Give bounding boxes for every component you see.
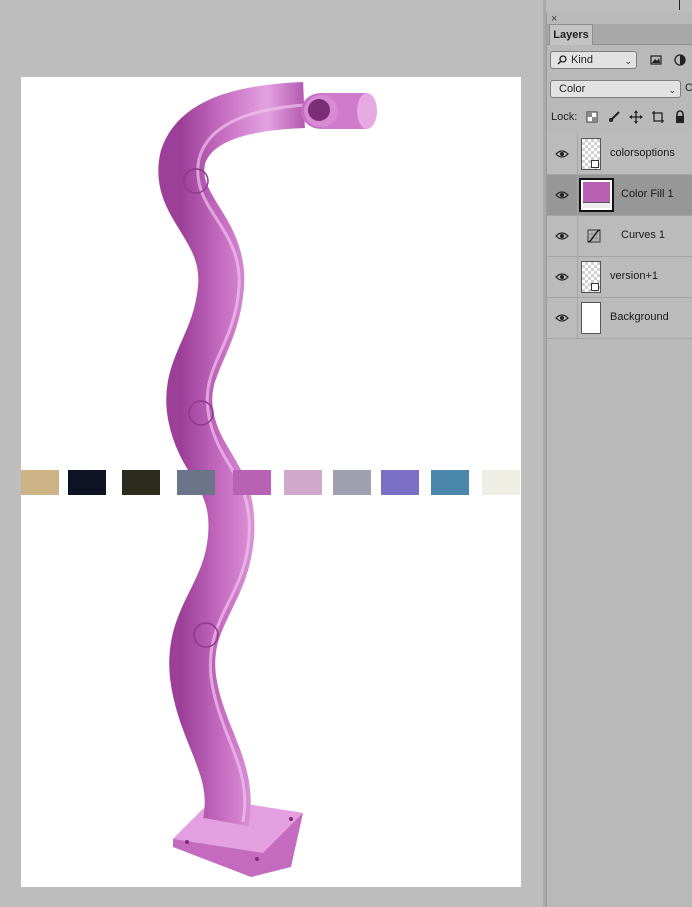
fill-slider-bar-icon bbox=[583, 202, 610, 208]
row-divider bbox=[577, 175, 578, 216]
swatch-navy-black[interactable] bbox=[68, 470, 106, 495]
layer-row-version-plus-1[interactable]: version+1 bbox=[547, 257, 692, 298]
layer-name[interactable]: version+1 bbox=[610, 270, 658, 282]
blend-mode-select[interactable]: Color ⌄ bbox=[550, 80, 681, 98]
swatch-silver[interactable] bbox=[333, 470, 371, 495]
layer-name[interactable]: Curves 1 bbox=[621, 229, 665, 241]
lock-position-move-icon[interactable] bbox=[629, 110, 643, 124]
row-divider bbox=[577, 216, 578, 257]
opacity-label[interactable]: O bbox=[685, 82, 692, 94]
filter-kind-select[interactable]: Kind ⌄ bbox=[550, 51, 637, 69]
row-divider bbox=[577, 257, 578, 298]
layer-name[interactable]: Background bbox=[610, 311, 669, 323]
smart-object-icon bbox=[591, 160, 599, 168]
layer-row-colorsoptions[interactable]: colorsoptions bbox=[547, 134, 692, 175]
color-swatch-row bbox=[21, 470, 521, 495]
swatch-tan[interactable] bbox=[21, 470, 59, 495]
swatch-dark-olive[interactable] bbox=[122, 470, 160, 495]
swatch-steel-blue[interactable] bbox=[431, 470, 469, 495]
adjustment-filter-icon[interactable] bbox=[673, 53, 687, 67]
layer-row-color-fill-1[interactable]: Color Fill 1 bbox=[547, 175, 692, 216]
magnifier-icon bbox=[557, 55, 567, 65]
tab-layers[interactable]: Layers bbox=[549, 24, 593, 45]
row-divider bbox=[577, 298, 578, 339]
layer-row-background[interactable]: Background bbox=[547, 298, 692, 339]
layer-thumbnail[interactable] bbox=[581, 261, 601, 293]
fill-color-swatch bbox=[583, 182, 610, 202]
layer-name[interactable]: Color Fill 1 bbox=[621, 188, 674, 200]
lock-all-padlock-icon[interactable] bbox=[673, 110, 687, 124]
lock-transparent-pixels-icon[interactable] bbox=[585, 110, 599, 124]
swatch-violet[interactable] bbox=[381, 470, 419, 495]
layer-name[interactable]: colorsoptions bbox=[610, 147, 675, 159]
chevron-down-icon: ⌄ bbox=[624, 56, 632, 66]
layer-thumbnail[interactable] bbox=[581, 302, 601, 334]
chevron-down-icon: ⌄ bbox=[668, 85, 676, 95]
smart-object-icon bbox=[591, 283, 599, 291]
lock-artboard-crop-icon[interactable] bbox=[651, 110, 665, 124]
row-divider bbox=[577, 134, 578, 175]
swatch-slate-gray[interactable] bbox=[177, 470, 215, 495]
blend-mode-label: Color bbox=[559, 83, 586, 95]
layers-panel: × Layers Kind ⌄ Color ⌄ O Lock: colorsop… bbox=[546, 12, 692, 907]
lock-image-pixels-brush-icon[interactable] bbox=[607, 110, 621, 124]
swatch-magenta[interactable] bbox=[233, 470, 271, 495]
layer-row-curves-1[interactable]: Curves 1 bbox=[547, 216, 692, 257]
image-filter-icon[interactable] bbox=[649, 53, 663, 67]
document-canvas[interactable] bbox=[21, 77, 521, 887]
eye-icon[interactable] bbox=[555, 149, 569, 159]
layer-thumbnail[interactable] bbox=[581, 138, 601, 170]
lock-row: Lock: bbox=[551, 110, 691, 126]
cursor-tick bbox=[679, 0, 680, 10]
swatch-light-mauve[interactable] bbox=[284, 470, 322, 495]
filter-kind-label: Kind bbox=[571, 54, 594, 66]
eye-icon[interactable] bbox=[555, 313, 569, 323]
layers-list: colorsoptions Color Fill 1 Curves 1 vers… bbox=[547, 134, 692, 339]
eye-icon[interactable] bbox=[555, 272, 569, 282]
swatch-ivory[interactable] bbox=[482, 470, 520, 495]
curves-adjustment-icon[interactable] bbox=[587, 229, 601, 243]
eye-icon[interactable] bbox=[555, 190, 569, 200]
lock-label: Lock: bbox=[551, 111, 578, 123]
eye-icon[interactable] bbox=[555, 231, 569, 241]
fill-layer-thumbnail[interactable] bbox=[579, 178, 614, 212]
